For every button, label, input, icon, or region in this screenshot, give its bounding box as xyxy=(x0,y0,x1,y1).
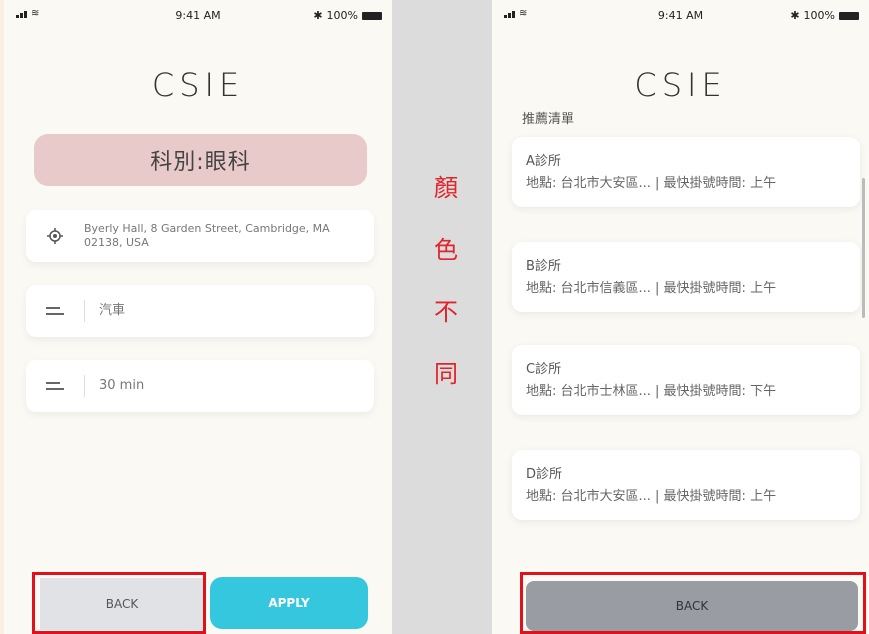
clinic-detail: 地點: 台北市士林區... | 最快掛號時間: 下午 xyxy=(526,384,777,399)
clinic-card[interactable]: C診所 地點: 台北市士林區... | 最快掛號時間: 下午 xyxy=(512,345,860,415)
app-title: CSIE xyxy=(634,66,727,104)
clinic-name: D診所 xyxy=(526,467,563,482)
battery-icon xyxy=(839,11,859,20)
clinic-card[interactable]: D診所 地點: 台北市大安區... | 最快掛號時間: 上午 xyxy=(512,450,860,520)
highlight-box xyxy=(32,572,206,634)
clinic-name: B診所 xyxy=(526,259,561,274)
department-badge[interactable]: 科別:眼科 xyxy=(34,134,367,186)
annotation-char: 不 xyxy=(434,298,458,326)
clinic-card[interactable]: B診所 地點: 台北市信義區... | 最快掛號時間: 上午 xyxy=(512,242,860,312)
duration-text: 30 min xyxy=(99,378,145,393)
divider xyxy=(84,375,85,397)
app-title: CSIE xyxy=(151,66,245,104)
battery-icon xyxy=(362,11,382,20)
clinic-name: A診所 xyxy=(526,154,561,169)
battery-label: 100% xyxy=(326,9,358,22)
menu-icon xyxy=(26,307,84,315)
battery-label: 100% xyxy=(803,9,835,22)
list-header: 推薦清單 xyxy=(522,112,575,127)
annotation-char: 同 xyxy=(434,360,458,388)
menu-icon xyxy=(26,382,84,390)
highlight-box xyxy=(520,572,866,634)
duration-field[interactable]: 30 min xyxy=(26,360,374,412)
clinic-card[interactable]: A診所 地點: 台北市大安區... | 最快掛號時間: 上午 xyxy=(512,137,860,207)
recommendation-screen: ≋ 9:41 AM ✱ 100% CSIE 推薦清單 A診所 地點: 台北市大安區… xyxy=(492,0,869,634)
clinic-detail: 地點: 台北市大安區... | 最快掛號時間: 上午 xyxy=(526,176,777,191)
scrollbar[interactable] xyxy=(862,178,865,318)
transport-text: 汽車 xyxy=(99,303,126,318)
address-field[interactable]: Byerly Hall, 8 Garden Street, Cambridge,… xyxy=(26,210,374,262)
filter-screen: ≋ 9:41 AM ✱ 100% CSIE 科別:眼科 Byerly Hall, … xyxy=(4,0,392,634)
location-icon xyxy=(26,227,84,245)
status-bar: ≋ 9:41 AM ✱ 100% xyxy=(492,0,869,34)
apply-button[interactable]: APPLY xyxy=(210,577,368,629)
clinic-detail: 地點: 台北市大安區... | 最快掛號時間: 上午 xyxy=(526,489,777,504)
clinic-detail: 地點: 台北市信義區... | 最快掛號時間: 上午 xyxy=(526,281,777,296)
bluetooth-icon: ✱ xyxy=(790,9,800,22)
annotation-char: 色 xyxy=(434,236,458,264)
bluetooth-icon: ✱ xyxy=(313,9,323,22)
status-bar: ≋ 9:41 AM ✱ 100% xyxy=(4,0,392,34)
clinic-name: C診所 xyxy=(526,362,562,377)
divider xyxy=(84,300,85,322)
address-text: Byerly Hall, 8 Garden Street, Cambridge,… xyxy=(84,222,330,249)
transport-field[interactable]: 汽車 xyxy=(26,285,374,337)
annotation-char: 顏 xyxy=(434,174,458,202)
